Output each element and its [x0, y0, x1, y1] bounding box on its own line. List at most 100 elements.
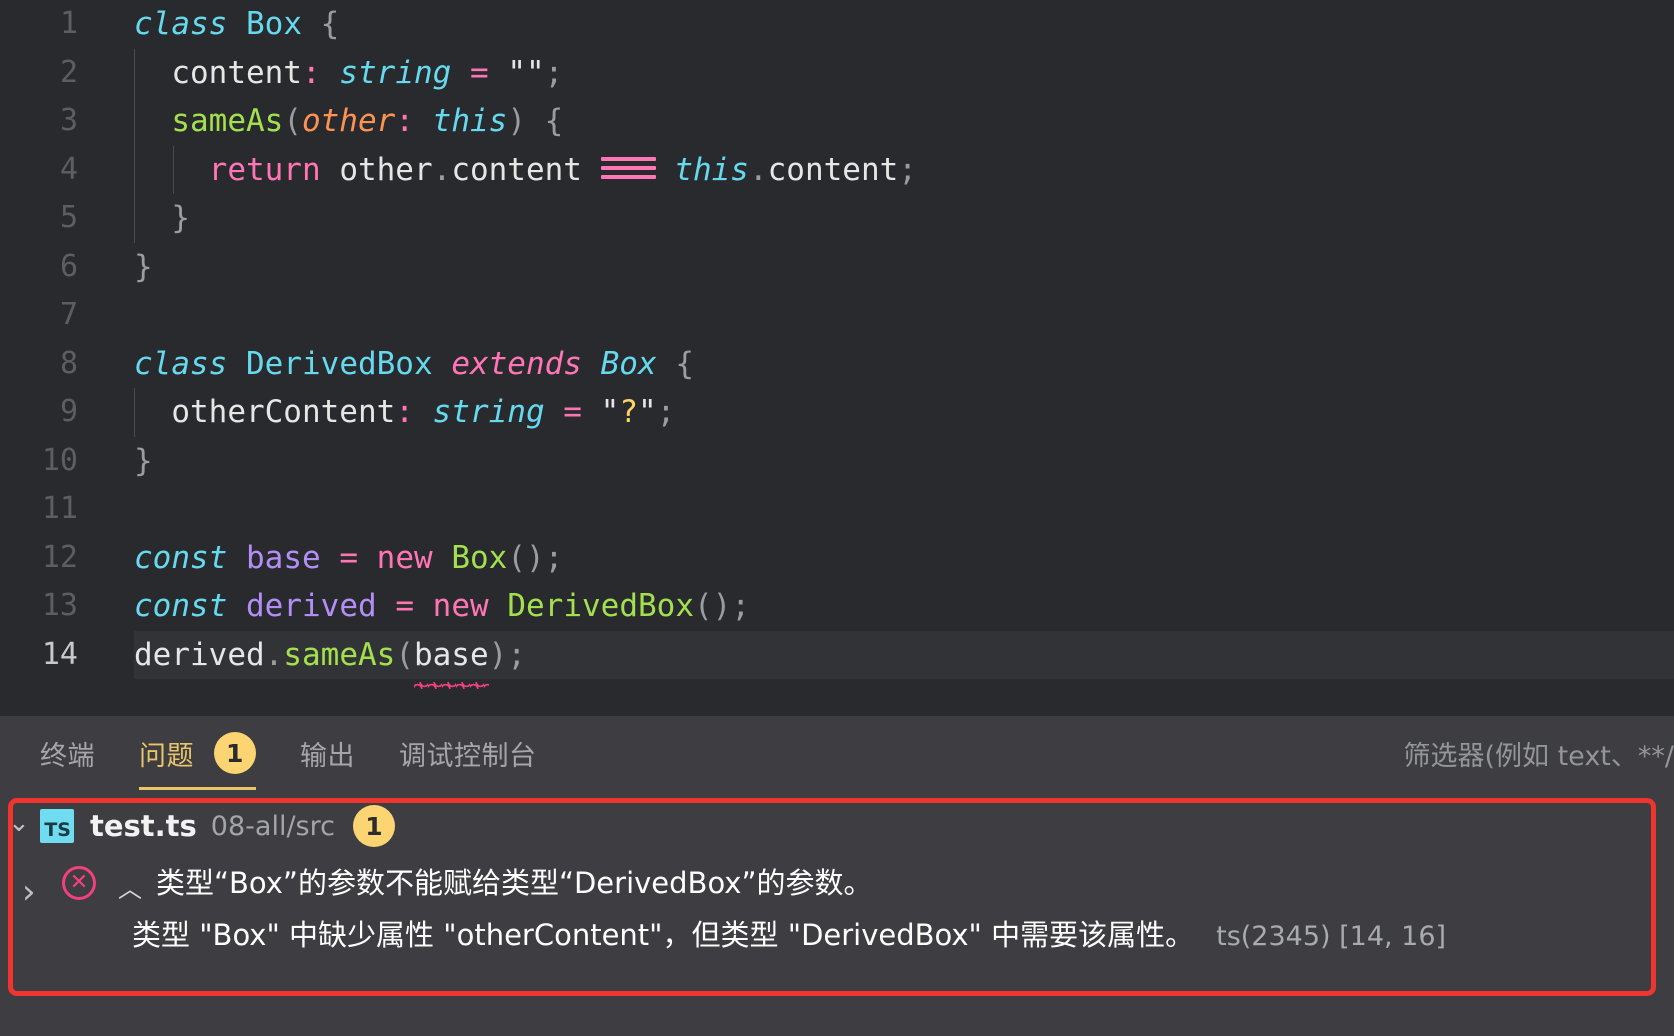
token-property: content	[171, 54, 302, 91]
code-line[interactable]: 1 class Box {	[0, 0, 1674, 49]
line-number: 6	[59, 248, 78, 284]
code-line[interactable]: 12 const base = new Box();	[0, 534, 1674, 583]
token-string-body: ?	[619, 394, 638, 430]
token-equals: =	[469, 54, 489, 91]
tab-debug-console[interactable]: 调试控制台	[377, 716, 559, 790]
problems-filter-area[interactable]: 筛选器(例如 text、**/	[1403, 716, 1674, 790]
problems-file-row[interactable]: TS test.ts 08-all/src 1	[40, 802, 395, 850]
code-editor[interactable]: 1 class Box { 2 content: string = ""; 3 …	[0, 0, 1674, 716]
line-number: 10	[41, 442, 78, 478]
token-variable: other	[339, 151, 433, 188]
tab-problems[interactable]: 问题 1	[117, 716, 278, 790]
line-number: 11	[41, 491, 78, 526]
code-line[interactable]: 4 return other.content this.content;	[0, 145, 1674, 194]
line-number: 9	[59, 394, 78, 429]
token-keyword: class	[134, 345, 228, 382]
problem-marker[interactable]: ✕ ︿ 类型“Box”的参数不能赋给类型“DerivedBox”的参数。 类型 …	[62, 860, 1654, 960]
line-number: 7	[59, 297, 78, 332]
code-line[interactable]: 7	[0, 291, 1674, 340]
code-line[interactable]: 5 }	[0, 194, 1674, 243]
token-brace: {	[320, 6, 340, 42]
problem-message-text-1: 类型“Box”的参数不能赋给类型“DerivedBox”的参数。	[156, 866, 873, 900]
token-extends: extends	[451, 345, 582, 382]
token-variable: derived	[246, 588, 377, 624]
token-paren: (	[395, 636, 414, 673]
token-class-name: Box	[451, 539, 508, 576]
token-class-name: DerivedBox	[507, 588, 694, 624]
token-method-name: sameAs	[283, 636, 396, 673]
line-number: 3	[59, 103, 78, 138]
token-equals: =	[395, 588, 414, 624]
line-number: 2	[59, 54, 78, 90]
tab-output[interactable]: 输出	[278, 716, 377, 790]
tab-terminal[interactable]: 终端	[18, 716, 117, 790]
code-content: const base = new Box();	[92, 534, 563, 583]
token-semicolon: ;	[507, 636, 526, 673]
code-content: class DerivedBox extends Box {	[92, 340, 694, 389]
token-quote: "	[637, 394, 657, 430]
line-number: 1	[59, 6, 78, 41]
code-content: content: string = "";	[92, 49, 563, 98]
token-this: this	[674, 151, 749, 188]
token-parameter: other	[301, 103, 396, 139]
token-this-type: this	[432, 103, 508, 139]
token-semicolon: ;	[544, 54, 564, 91]
code-line[interactable]: 13 const derived = new DerivedBox();	[0, 582, 1674, 631]
token-const: const	[134, 588, 228, 624]
token-paren: (	[283, 103, 302, 139]
code-content: }	[92, 243, 153, 292]
token-new: new	[432, 588, 489, 624]
line-number: 8	[59, 345, 78, 381]
chevron-down-icon[interactable]: ⌄	[8, 808, 30, 838]
token-property: content	[767, 151, 899, 188]
token-colon: :	[301, 54, 321, 91]
chevron-right-icon[interactable]: ›	[22, 872, 36, 912]
token-property: content	[451, 151, 582, 188]
code-content: derived.sameAs(base);	[92, 631, 526, 689]
token-brace: }	[134, 248, 153, 285]
tab-problems-label: 问题	[139, 740, 194, 772]
bottom-panel: 终端 问题 1 输出 调试控制台 筛选器(例如 text、**/ ⌄ › TS …	[0, 716, 1674, 1036]
token-type: string	[339, 54, 452, 91]
token-paren: )	[507, 103, 526, 139]
token-string: ""	[507, 54, 545, 91]
token-return: return	[208, 151, 321, 188]
problems-list[interactable]: ⌄ › TS test.ts 08-all/src 1 ✕ ︿ 类型“Box”的…	[0, 790, 1674, 1036]
code-content: otherContent: string = "?";	[92, 388, 675, 437]
problem-message-line-1[interactable]: ✕ ︿ 类型“Box”的参数不能赋给类型“DerivedBox”的参数。	[62, 860, 1654, 912]
tab-terminal-label: 终端	[40, 740, 95, 772]
token-brace: {	[675, 345, 694, 382]
token-semicolon: ;	[898, 151, 917, 188]
token-call-parens: ()	[507, 539, 545, 576]
token-argument-with-error: base	[413, 631, 489, 689]
token-property: otherContent	[171, 394, 396, 430]
line-number: 12	[41, 539, 78, 575]
code-line[interactable]: 8 class DerivedBox extends Box {	[0, 340, 1674, 389]
line-number: 4	[59, 151, 78, 187]
token-semicolon: ;	[544, 539, 564, 576]
code-content: }	[92, 194, 190, 243]
filter-input-placeholder[interactable]: 筛选器(例如 text、**/	[1403, 734, 1674, 773]
problem-message-text-2: 类型 "Box" 中缺少属性 "otherContent"，但类型 "Deriv…	[132, 918, 1195, 952]
problem-message-line-2: 类型 "Box" 中缺少属性 "otherContent"，但类型 "Deriv…	[62, 912, 1654, 960]
token-method-name: sameAs	[171, 103, 284, 139]
chevron-up-icon[interactable]: ︿	[118, 866, 142, 912]
error-circle-icon: ✕	[62, 866, 96, 900]
token-class-name: Box	[246, 6, 302, 42]
code-line[interactable]: 10 }	[0, 437, 1674, 486]
token-quote: "	[600, 394, 620, 430]
token-strict-equals-ligature	[600, 156, 656, 182]
code-line[interactable]: 11	[0, 485, 1674, 534]
token-variable: derived	[134, 636, 265, 673]
code-line[interactable]: 3 sameAs(other: this) {	[0, 97, 1674, 146]
token-brace: }	[134, 442, 153, 479]
token-brace: {	[544, 103, 564, 139]
code-line-active[interactable]: 14 derived.sameAs(base);	[0, 630, 1674, 689]
code-line[interactable]: 2 content: string = "";	[0, 48, 1674, 98]
token-variable: base	[246, 539, 321, 576]
token-semicolon: ;	[656, 394, 676, 430]
token-semicolon: ;	[731, 588, 750, 624]
code-line[interactable]: 6 }	[0, 243, 1674, 292]
line-number: 13	[41, 588, 78, 623]
code-line[interactable]: 9 otherContent: string = "?";	[0, 388, 1674, 437]
